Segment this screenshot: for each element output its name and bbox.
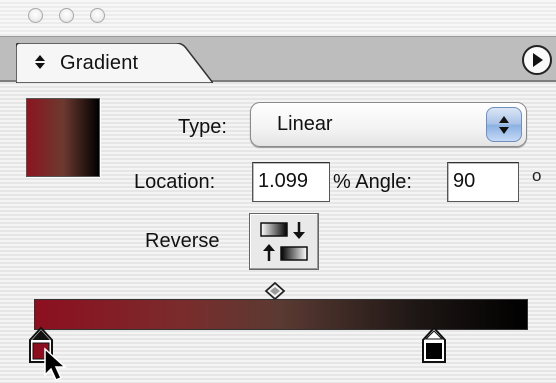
reverse-label: Reverse [145,230,220,252]
angle-label: % Angle: [333,171,412,193]
midpoint-diamond-icon[interactable] [264,282,286,300]
gradient-preview-swatch[interactable] [26,98,100,177]
degree-symbol: o [532,166,542,185]
location-input[interactable]: 1.099 [252,162,330,202]
tab-gradient[interactable]: Gradient [16,43,213,83]
close-window-button[interactable] [28,8,43,23]
color-stop-end-icon[interactable] [420,326,448,366]
tab-label: Gradient [60,52,139,74]
panel-menu-button[interactable] [522,45,552,75]
play-arrow-icon [533,53,543,67]
minimize-window-button[interactable] [59,8,74,23]
angle-input[interactable]: 90 [447,162,519,202]
mouse-pointer-icon [44,347,67,381]
type-select-value: Linear [277,113,333,135]
panel-tab-strip: Gradient [0,36,556,83]
location-label: Location: [134,171,216,193]
reverse-gradient-button[interactable] [249,213,319,270]
type-label: Type: [178,116,227,138]
reverse-arrows-icon [260,222,308,261]
window-titlebar [0,0,556,36]
zoom-window-button[interactable] [90,8,105,23]
gradient-ramp[interactable] [34,299,528,330]
type-select[interactable]: Linear [250,102,527,147]
select-arrows-icon[interactable] [486,107,522,142]
